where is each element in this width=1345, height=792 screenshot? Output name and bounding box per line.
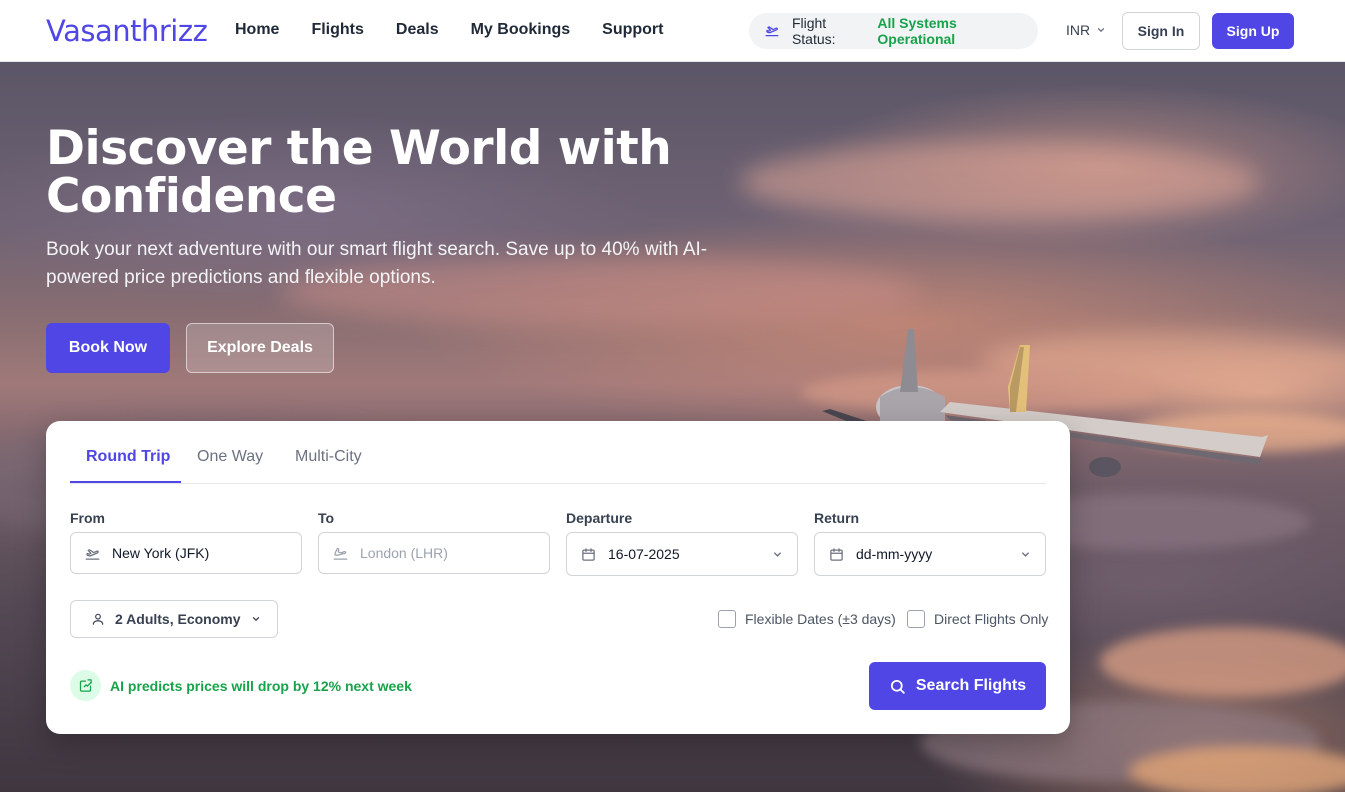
passenger-value: 2 Adults, Economy	[115, 611, 241, 627]
nav-deals[interactable]: Deals	[396, 21, 439, 39]
from-value: New York (JFK)	[112, 545, 210, 561]
checkbox-box[interactable]	[907, 610, 925, 628]
flight-status-label: Flight Status:	[791, 15, 836, 47]
to-label: To	[318, 510, 335, 526]
navbar: Vasanthrizz Home Flights Deals My Bookin…	[0, 0, 1345, 62]
checkbox-box[interactable]	[718, 610, 736, 628]
main-nav: Home Flights Deals My Bookings Support	[235, 21, 663, 39]
return-label: Return	[814, 510, 860, 526]
currency-select[interactable]: INR	[1066, 22, 1106, 38]
departure-value: 16-07-2025	[608, 546, 680, 562]
plane-departure-icon	[765, 26, 779, 37]
trip-type-tabs: Round Trip One Way Multi-City	[70, 421, 1046, 484]
nav-my-bookings[interactable]: My Bookings	[471, 21, 571, 39]
search-icon	[890, 679, 905, 694]
plane-takeoff-icon	[85, 546, 100, 561]
chevron-down-icon	[1098, 28, 1105, 33]
search-flights-label: Search Flights	[915, 677, 1027, 694]
ai-note-text: AI predicts prices will drop by 12% next…	[110, 677, 412, 694]
flight-search-card: Round Trip One Way Multi-City From New Y…	[46, 421, 1070, 734]
hero-subtitle: Book your next adventure with our smart …	[46, 239, 708, 288]
from-label: From	[70, 510, 105, 526]
flexible-dates-checkbox[interactable]: Flexible Dates (±3 days)	[718, 610, 896, 628]
flexible-dates-label: Flexible Dates (±3 days)	[745, 611, 896, 627]
return-placeholder: dd-mm-yyyy	[856, 546, 933, 562]
departure-date-input[interactable]: 16-07-2025	[566, 532, 798, 576]
plane-landing-icon	[333, 546, 348, 561]
nav-support[interactable]: Support	[602, 21, 663, 39]
tab-multi-city[interactable]: Multi-City	[295, 448, 362, 466]
return-date-input[interactable]: dd-mm-yyyy	[814, 532, 1046, 576]
sign-in-button[interactable]: Sign In	[1122, 12, 1200, 50]
chevron-down-icon	[252, 617, 259, 622]
search-flights-button[interactable]: Search Flights	[869, 662, 1046, 710]
explore-deals-button[interactable]: Explore Deals	[186, 323, 334, 373]
book-now-button[interactable]: Book Now	[46, 323, 170, 373]
brand-logo[interactable]: Vasanthrizz	[46, 14, 208, 48]
sign-up-button[interactable]: Sign Up	[1212, 13, 1294, 49]
to-placeholder: London (LHR)	[360, 545, 448, 561]
chevron-down-icon	[772, 549, 783, 560]
chevron-down-icon	[1020, 549, 1031, 560]
tab-round-trip[interactable]: Round Trip	[86, 448, 170, 466]
active-tab-indicator	[70, 481, 181, 483]
user-icon	[92, 613, 104, 625]
calendar-icon	[829, 547, 844, 562]
currency-value: INR	[1066, 22, 1091, 38]
tab-one-way[interactable]: One Way	[197, 448, 263, 466]
flight-status-pill: Flight Status: All Systems Operational	[749, 13, 1038, 49]
from-input[interactable]: New York (JFK)	[70, 532, 302, 574]
trend-icon	[70, 670, 101, 701]
to-input[interactable]: London (LHR)	[318, 532, 550, 574]
hero-title: Discover the World with Confidence	[46, 121, 672, 224]
flight-status-value: All Systems Operational	[877, 15, 957, 47]
direct-flights-checkbox[interactable]: Direct Flights Only	[907, 610, 1048, 628]
nav-home[interactable]: Home	[235, 21, 279, 39]
direct-flights-label: Direct Flights Only	[934, 611, 1049, 627]
passenger-class-select[interactable]: 2 Adults, Economy	[70, 600, 278, 638]
nav-flights[interactable]: Flights	[311, 21, 363, 39]
departure-label: Departure	[566, 510, 633, 526]
ai-price-prediction: AI predicts prices will drop by 12% next…	[70, 670, 412, 701]
calendar-icon	[581, 547, 596, 562]
